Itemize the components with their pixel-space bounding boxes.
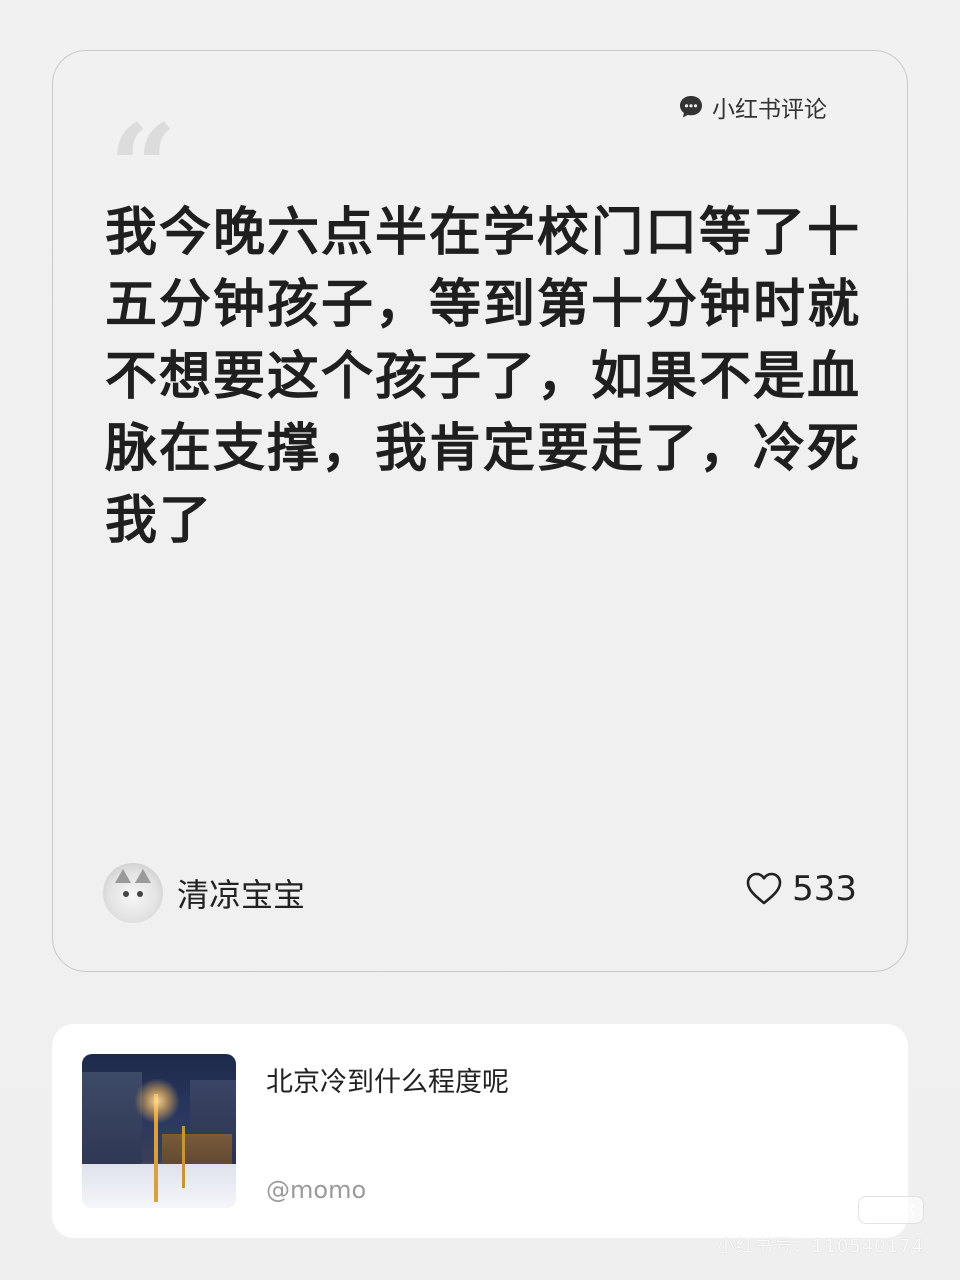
screenshot-page: 小红书评论 “ 我今晚六点半在学校门口等了十五分钟孩子，等到第十分钟时就不想要这…	[0, 0, 960, 1280]
heart-outline-icon[interactable]	[744, 869, 784, 909]
watermark-logo: 小红书	[858, 1196, 924, 1224]
like-count: 533	[792, 869, 857, 909]
comment-text: 我今晚六点半在学校门口等了十五分钟孩子，等到第十分钟时就不想要这个孩子了，如果不…	[105, 203, 862, 551]
comment-card: 小红书评论 “ 我今晚六点半在学校门口等了十五分钟孩子，等到第十分钟时就不想要这…	[52, 50, 908, 972]
post-author[interactable]: @momo	[266, 1176, 366, 1204]
chat-bubble-icon	[678, 94, 704, 120]
like-button[interactable]: 533	[744, 869, 857, 909]
source-tag-label: 小红书评论	[712, 97, 827, 123]
source-tag: 小红书评论	[664, 91, 841, 123]
avatar[interactable]	[103, 863, 163, 923]
post-thumbnail[interactable]	[82, 1054, 236, 1208]
linked-post-card[interactable]: 北京冷到什么程度呢 @momo	[52, 1024, 908, 1238]
post-title[interactable]: 北京冷到什么程度呢	[266, 1060, 509, 1099]
comment-author[interactable]: 清凉宝宝	[103, 863, 305, 923]
author-name[interactable]: 清凉宝宝	[177, 870, 305, 916]
watermark-id: 小红书号：110540174	[716, 1236, 924, 1257]
